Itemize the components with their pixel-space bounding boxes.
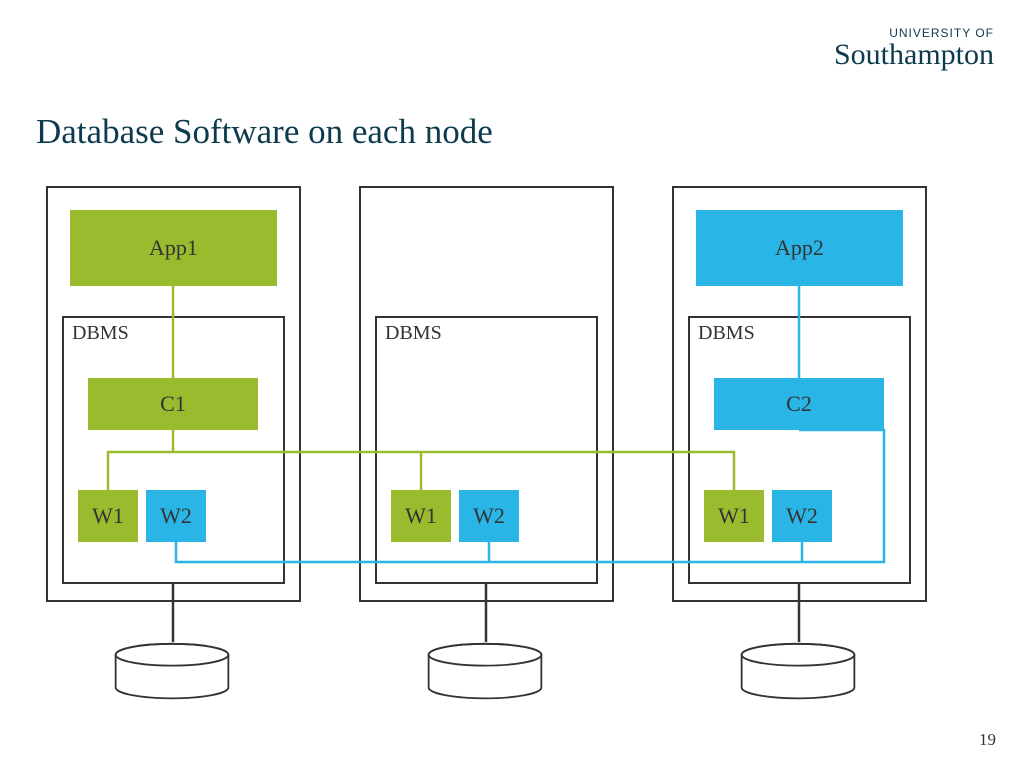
worker1-box-1: W1 bbox=[78, 490, 138, 542]
worker2-box-2: W2 bbox=[459, 490, 519, 542]
coordinator-box-1: C1 bbox=[88, 378, 258, 430]
worker2-box-3: W2 bbox=[772, 490, 832, 542]
app-box-3: App2 bbox=[696, 210, 903, 286]
worker1-box-2: W1 bbox=[391, 490, 451, 542]
disk-icon-3 bbox=[733, 642, 863, 702]
dbms-box-1: DBMS bbox=[62, 316, 285, 584]
diagram-canvas: DBMSApp1C1W1W2DBMSW1W2DBMSApp2C2W1W2 bbox=[0, 0, 1024, 768]
app-box-1: App1 bbox=[70, 210, 277, 286]
worker1-box-3: W1 bbox=[704, 490, 764, 542]
disk-icon-2 bbox=[420, 642, 550, 702]
page-number: 19 bbox=[979, 730, 996, 750]
dbms-label-1: DBMS bbox=[72, 322, 129, 345]
dbms-box-2: DBMS bbox=[375, 316, 598, 584]
worker2-box-1: W2 bbox=[146, 490, 206, 542]
dbms-label-3: DBMS bbox=[698, 322, 755, 345]
coordinator-box-3: C2 bbox=[714, 378, 884, 430]
disk-icon-1 bbox=[107, 642, 237, 702]
dbms-label-2: DBMS bbox=[385, 322, 442, 345]
dbms-box-3: DBMS bbox=[688, 316, 911, 584]
